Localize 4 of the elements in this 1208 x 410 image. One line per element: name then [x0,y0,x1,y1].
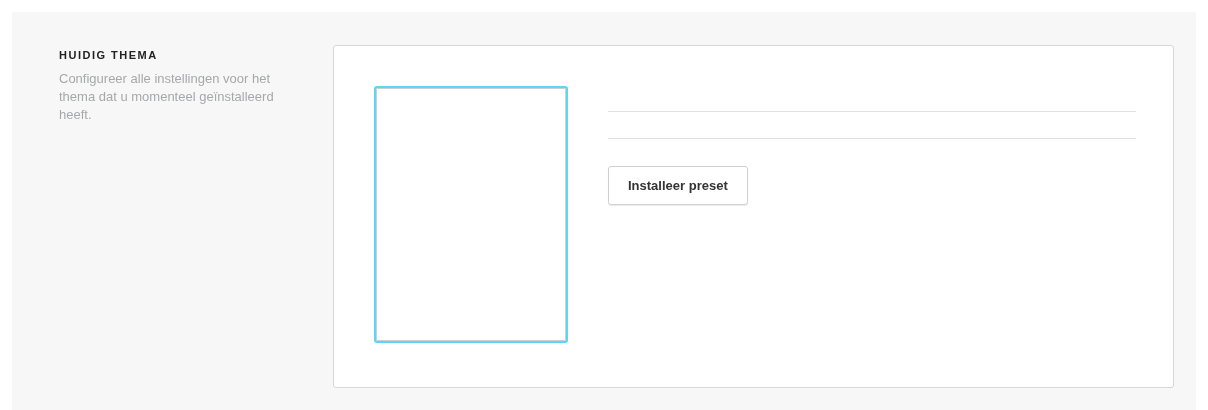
install-preset-button[interactable]: Installeer preset [608,166,748,205]
theme-preview[interactable] [374,86,568,343]
section-title: HUIDIG THEMA [59,48,159,63]
section-description: Configureer alle instellingen voor het thema dat u momenteel geïnstalleerd heeft. [59,69,275,124]
